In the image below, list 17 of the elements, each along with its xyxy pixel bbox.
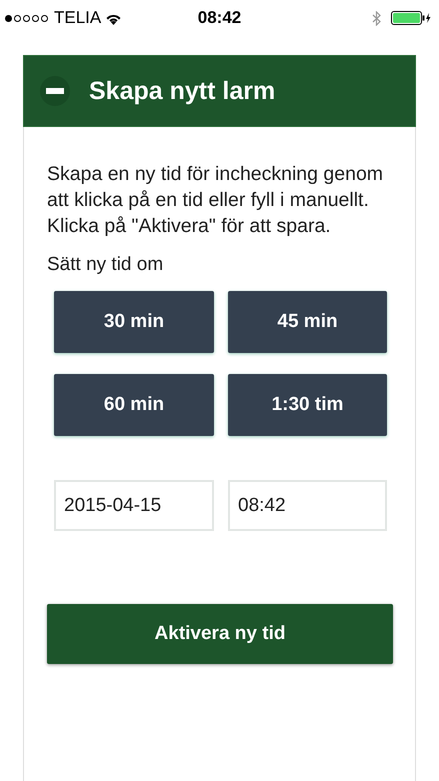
date-field[interactable]: 2015-04-15 (54, 480, 214, 531)
time-preset-button[interactable]: 1:30 tim (228, 374, 387, 436)
panel-header[interactable]: Skapa nytt larm (23, 55, 416, 127)
time-preset-button[interactable]: 30 min (54, 291, 214, 353)
time-preset-button[interactable]: 45 min (228, 291, 387, 353)
time-field[interactable]: 08:42 (228, 480, 387, 531)
battery-charging-icon (391, 11, 431, 25)
activate-button[interactable]: Aktivera ny tid (47, 604, 393, 664)
signal-icon (5, 14, 48, 22)
panel-title: Skapa nytt larm (89, 76, 276, 106)
time-preset-button[interactable]: 60 min (54, 374, 214, 436)
bluetooth-icon (372, 10, 381, 26)
description-text: Skapa en ny tid för incheckning genom att klicka på en tid eller fyll i manuellt. Klicka på "Aktivera" för att spara. (47, 162, 384, 239)
clock-time: 08:42 (196, 8, 242, 28)
collapse-icon[interactable] (40, 76, 70, 106)
carrier-name: TELIA (54, 8, 102, 28)
preset-label: Sätt ny tid om (47, 254, 164, 276)
